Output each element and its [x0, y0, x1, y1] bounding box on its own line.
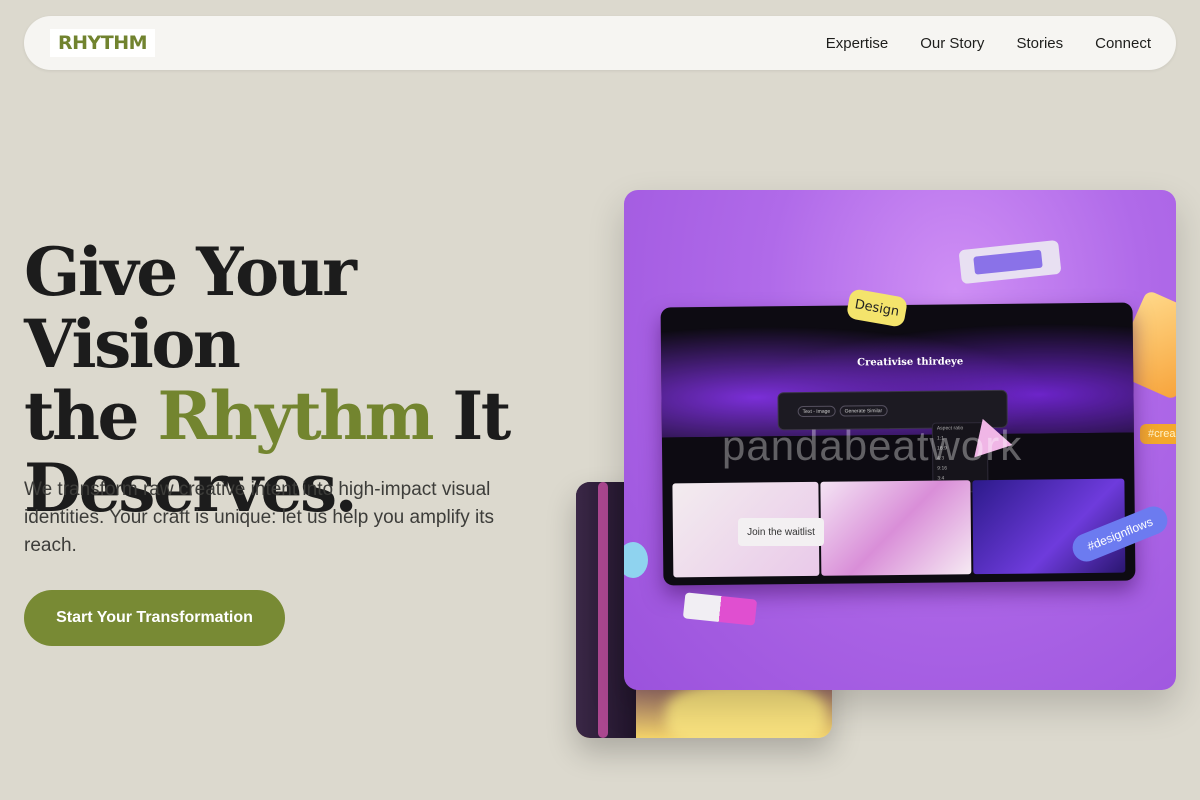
image-tile	[820, 480, 972, 576]
decorative-button-icon	[624, 542, 648, 578]
watermark-text: pandabeatwork	[722, 422, 1023, 469]
headline-accent-word: Rhythm	[157, 377, 434, 455]
screen-pill-generate-similar: Generate Similar	[839, 405, 888, 417]
decorative-chip-top	[958, 239, 1062, 285]
headline-line-1: Give Your Vision	[24, 233, 357, 383]
nav-link-expertise[interactable]: Expertise	[826, 35, 889, 52]
nav-links: Expertise Our Story Stories Connect	[826, 16, 1151, 70]
showcase-hero-image: #crea Creativise thirdeye Text - Image G…	[624, 190, 1176, 690]
headline-line-2-pre: the	[24, 377, 158, 455]
back-image-glow	[666, 682, 826, 738]
join-waitlist-label: Join the waitlist	[738, 518, 824, 546]
nav-link-stories[interactable]: Stories	[1016, 35, 1063, 52]
screen-pill-text-image: Text - Image	[797, 405, 836, 418]
start-transformation-button[interactable]: Start Your Transformation	[24, 590, 285, 646]
hero-subtext: We transform raw creative intent into hi…	[24, 479, 494, 556]
brand-logo[interactable]: RHYTHM	[50, 29, 156, 57]
nav-link-connect[interactable]: Connect	[1095, 35, 1151, 52]
screen-brand-text: Creativise thirdeye	[857, 356, 964, 369]
hashtag-chip: #crea	[1140, 424, 1176, 444]
back-image-stripe	[598, 482, 608, 738]
top-navbar: RHYTHM Expertise Our Story Stories Conne…	[24, 16, 1176, 70]
nav-link-our-story[interactable]: Our Story	[920, 35, 984, 52]
headline-line-2-post: It	[431, 377, 511, 455]
decorative-chip-bottom	[682, 592, 758, 626]
